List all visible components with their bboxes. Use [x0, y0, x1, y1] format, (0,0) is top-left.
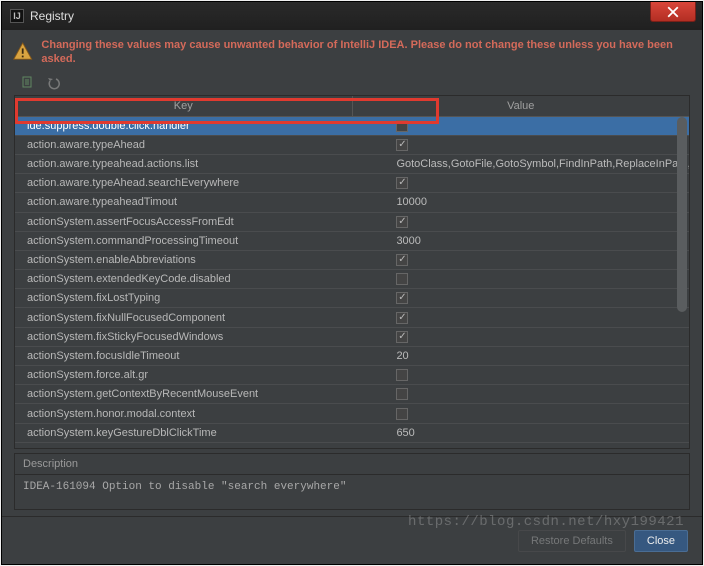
registry-value[interactable]	[392, 174, 689, 192]
registry-key: actionSystem.fixStickyFocusedWindows	[15, 328, 392, 346]
description-text: IDEA-161094 Option to disable "search ev…	[15, 475, 689, 509]
table-body[interactable]: ide.suppress.double.click.handleraction.…	[15, 117, 689, 443]
table-row[interactable]: actionSystem.getContextByRecentMouseEven…	[15, 385, 689, 404]
checkbox[interactable]	[396, 216, 408, 228]
checkbox[interactable]	[396, 139, 408, 151]
registry-value[interactable]: 10000	[392, 193, 689, 211]
registry-value[interactable]: GotoClass,GotoFile,GotoSymbol,FindInPath…	[392, 155, 689, 173]
registry-value[interactable]	[392, 270, 689, 288]
registry-value[interactable]	[392, 328, 689, 346]
registry-key: action.aware.typeAhead.searchEverywhere	[15, 174, 392, 192]
registry-value[interactable]: 3000	[392, 232, 689, 250]
table-row[interactable]: ide.suppress.double.click.handler	[15, 117, 689, 136]
table-row[interactable]: actionSystem.fixStickyFocusedWindows	[15, 328, 689, 347]
column-key[interactable]: Key	[15, 96, 353, 117]
registry-value[interactable]	[392, 308, 689, 326]
table-row[interactable]: actionSystem.fixLostTyping	[15, 289, 689, 308]
close-button[interactable]: Close	[634, 530, 688, 552]
registry-key: actionSystem.commandProcessingTimeout	[15, 232, 392, 250]
description-panel: Description IDEA-161094 Option to disabl…	[14, 453, 690, 510]
toolbar	[2, 75, 702, 95]
checkbox[interactable]	[396, 331, 408, 343]
table-row[interactable]: actionSystem.enableAbbreviations	[15, 251, 689, 270]
table-row[interactable]: action.aware.typeaheadTimout10000	[15, 193, 689, 212]
warning-icon	[12, 41, 33, 63]
table-row[interactable]: actionSystem.fixNullFocusedComponent	[15, 308, 689, 327]
table-row[interactable]: actionSystem.honor.modal.context	[15, 404, 689, 423]
table-row[interactable]: actionSystem.assertFocusAccessFromEdt	[15, 213, 689, 232]
column-value[interactable]: Value	[353, 96, 690, 117]
table-header: Key Value	[15, 96, 689, 117]
warning-banner: Changing these values may cause unwanted…	[2, 30, 702, 75]
checkbox[interactable]	[396, 254, 408, 266]
checkbox[interactable]	[396, 312, 408, 324]
registry-value[interactable]	[392, 117, 689, 135]
registry-value[interactable]	[392, 404, 689, 422]
scrollbar[interactable]	[677, 117, 687, 443]
registry-key: action.aware.typeaheadTimout	[15, 193, 392, 211]
registry-key: actionSystem.force.alt.gr	[15, 366, 392, 384]
registry-key: actionSystem.focusIdleTimeout	[15, 347, 392, 365]
dialog-window: IJ Registry Changing these values may ca…	[1, 1, 703, 565]
table-row[interactable]: action.aware.typeahead.actions.listGotoC…	[15, 155, 689, 174]
registry-value[interactable]	[392, 251, 689, 269]
restore-defaults-button[interactable]: Restore Defaults	[518, 530, 626, 552]
registry-value[interactable]	[392, 385, 689, 403]
registry-value[interactable]: 650	[392, 424, 689, 442]
edit-source-icon[interactable]	[20, 75, 36, 91]
table-row[interactable]: actionSystem.extendedKeyCode.disabled	[15, 270, 689, 289]
table-row[interactable]: actionSystem.keyGestureDblClickTime650	[15, 424, 689, 443]
registry-key: actionSystem.fixNullFocusedComponent	[15, 308, 392, 326]
table-row[interactable]: action.aware.typeAhead.searchEverywhere	[15, 174, 689, 193]
registry-key: actionSystem.extendedKeyCode.disabled	[15, 270, 392, 288]
description-label: Description	[15, 454, 689, 475]
dialog-body: Changing these values may cause unwanted…	[2, 30, 702, 564]
registry-value[interactable]	[392, 289, 689, 307]
registry-key: actionSystem.fixLostTyping	[15, 289, 392, 307]
table-row[interactable]: actionSystem.focusIdleTimeout20	[15, 347, 689, 366]
registry-value[interactable]	[392, 136, 689, 154]
window-title: Registry	[30, 9, 74, 23]
registry-key: actionSystem.assertFocusAccessFromEdt	[15, 213, 392, 231]
registry-key: action.aware.typeahead.actions.list	[15, 155, 392, 173]
checkbox[interactable]	[396, 369, 408, 381]
scrollbar-thumb[interactable]	[677, 117, 687, 313]
checkbox[interactable]	[396, 408, 408, 420]
registry-value[interactable]	[392, 213, 689, 231]
checkbox[interactable]	[396, 273, 408, 285]
warning-text: Changing these values may cause unwanted…	[41, 38, 692, 67]
revert-icon[interactable]	[46, 75, 62, 91]
registry-key: actionSystem.getContextByRecentMouseEven…	[15, 385, 392, 403]
registry-value[interactable]: 20	[392, 347, 689, 365]
titlebar[interactable]: IJ Registry	[2, 2, 702, 30]
table-row[interactable]: actionSystem.force.alt.gr	[15, 366, 689, 385]
registry-key: actionSystem.keyGestureDblClickTime	[15, 424, 392, 442]
table-row[interactable]: actionSystem.commandProcessingTimeout300…	[15, 232, 689, 251]
checkbox[interactable]	[396, 292, 408, 304]
close-icon	[667, 6, 679, 18]
registry-value[interactable]	[392, 366, 689, 384]
registry-key: actionSystem.honor.modal.context	[15, 404, 392, 422]
close-window-button[interactable]	[650, 2, 696, 22]
registry-key: action.aware.typeAhead	[15, 136, 392, 154]
registry-key: actionSystem.enableAbbreviations	[15, 251, 392, 269]
checkbox[interactable]	[396, 177, 408, 189]
table-row[interactable]: action.aware.typeAhead	[15, 136, 689, 155]
registry-key: ide.suppress.double.click.handler	[15, 117, 392, 135]
checkbox[interactable]	[396, 388, 408, 400]
dialog-footer: Restore Defaults Close	[2, 516, 702, 564]
checkbox[interactable]	[396, 120, 408, 132]
app-icon: IJ	[10, 9, 24, 23]
registry-table: Key Value ide.suppress.double.click.hand…	[14, 95, 690, 449]
